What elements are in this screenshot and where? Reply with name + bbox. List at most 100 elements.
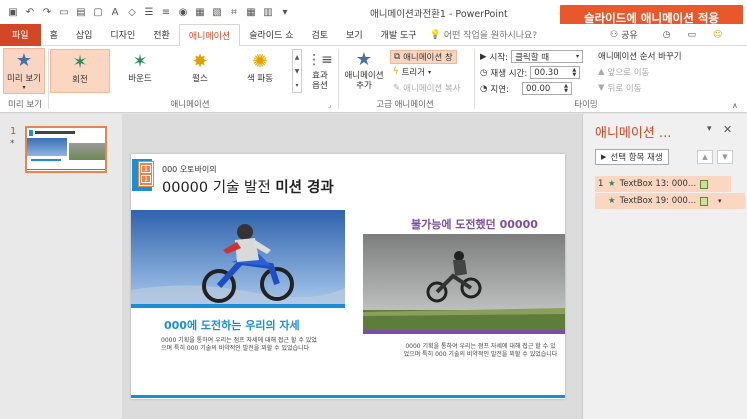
font-icon[interactable]: A xyxy=(109,6,121,18)
chevron-down-icon[interactable]: ▾ xyxy=(718,197,722,205)
body-text-left[interactable]: 0000 기획을 통하여 우리는 점프 자세에 대해 접근 할 수 있었으며 특… xyxy=(161,337,321,353)
down-arrow-icon: ▼ xyxy=(722,153,728,161)
animation-order-number: 1 xyxy=(141,175,151,183)
tab-home[interactable]: 홈 xyxy=(41,24,67,46)
delay-value: 00.00 xyxy=(525,83,551,94)
spinner-arrows-icon[interactable]: ▲ ▼ xyxy=(564,83,568,94)
new-icon[interactable]: ▤ xyxy=(75,6,87,18)
trigger-button[interactable]: ϟ 트리거 ▾ xyxy=(393,66,431,78)
motocross-photo-right[interactable] xyxy=(363,234,565,331)
qat-dropdown-icon[interactable]: ▾ xyxy=(279,6,291,18)
animation-list-item[interactable]: 1 ★ TextBox 13: 000... xyxy=(595,176,731,192)
animation-pulse[interactable]: ✸ 펄스 xyxy=(170,49,230,93)
animation-spin[interactable]: ✶ 회전 xyxy=(50,49,110,93)
divider xyxy=(338,49,339,109)
list-icon[interactable]: ☰ xyxy=(143,6,155,18)
align-icon[interactable]: ≡ xyxy=(160,6,172,18)
move-down-button[interactable]: ▼ xyxy=(717,150,733,164)
preview-group-label: 미리 보기 xyxy=(8,100,42,110)
animation-pane-button[interactable]: ⧉ 애니메이션 창 xyxy=(390,50,457,64)
tell-me-box[interactable]: 💡 어떤 작업을 원하시나요? xyxy=(429,28,538,42)
heading-left[interactable]: 000에 도전하는 우리의 자세 xyxy=(164,317,300,333)
effect-options-button[interactable]: ⋮≡ 효과 옵션 xyxy=(306,49,334,91)
slideshow-icon[interactable]: ▭ xyxy=(58,6,70,18)
animation-list-item[interactable]: ★ TextBox 19: 000... ▾ xyxy=(595,193,745,209)
tab-file[interactable]: 파일 xyxy=(0,23,41,46)
heading-right[interactable]: 불가능에 도전했던 00000 xyxy=(411,216,538,232)
timeline-bar-icon xyxy=(700,179,709,189)
open-icon[interactable]: ▢ xyxy=(92,6,104,18)
preview-label: 미리 보기 xyxy=(7,74,41,84)
move-earlier-button[interactable]: ▲ 앞으로 이동 xyxy=(598,66,649,78)
color-icon[interactable]: ◉ xyxy=(177,6,189,18)
undo-icon[interactable]: ↶ xyxy=(24,6,36,18)
duration-spinner[interactable]: 00.30 ▲ ▼ xyxy=(530,66,581,79)
scroll-up-icon[interactable]: ▲ xyxy=(295,54,300,61)
pulse-star-icon: ✸ xyxy=(192,51,208,72)
share-button[interactable]: ⚇ 공유 ◷ ▭ ☺ xyxy=(610,28,722,42)
tab-insert[interactable]: 삽입 xyxy=(67,24,102,46)
play-selected-label: 선택 항목 재생 xyxy=(610,153,663,163)
pane-options-icon[interactable]: ▾ xyxy=(707,124,712,134)
start-dropdown[interactable]: 클릭할 때 ▾ xyxy=(511,50,584,63)
table-icon[interactable]: ▦ xyxy=(245,6,257,18)
play-selected-button[interactable]: ▶ 선택 항목 재생 xyxy=(595,149,669,165)
animation-painter-button[interactable]: ✎ 애니메이션 복사 xyxy=(393,82,461,94)
delay-clock-icon: ◔ xyxy=(480,83,488,94)
tab-view[interactable]: 보기 xyxy=(337,24,372,46)
comment-icon[interactable]: ▭ xyxy=(688,30,697,40)
dialog-launcher-icon[interactable]: ⌟ xyxy=(328,101,331,109)
more-icon[interactable]: ▾ xyxy=(295,82,298,89)
tab-animations[interactable]: 애니메이션 xyxy=(178,23,241,47)
motocross-image-left xyxy=(131,210,345,306)
animation-pane-label: 애니메이션 창 xyxy=(403,53,453,63)
collapse-ribbon-icon[interactable]: ∧ xyxy=(732,101,738,110)
chart-icon[interactable]: ▥ xyxy=(262,6,274,18)
delay-row: ◔ 지연: 00.00 ▲ ▼ xyxy=(480,82,572,95)
tab-review[interactable]: 검토 xyxy=(302,24,337,46)
motocross-image-right xyxy=(363,234,565,331)
tab-developer[interactable]: 개발 도구 xyxy=(372,24,426,46)
slide-thumbnail-pane: 1 * xyxy=(0,114,122,419)
slide-title[interactable]: 00000 기술 발전 미션 경과 xyxy=(162,176,334,197)
spinner-arrows-icon[interactable]: ▲ ▼ xyxy=(572,67,576,78)
animation-pane-title: 애니메이션 ... xyxy=(595,126,672,141)
animation-gallery: ✶ 회전 ✶ 바운드 ✸ 펄스 ✺ 색 파동 xyxy=(50,49,290,93)
close-icon[interactable]: ✕ xyxy=(723,123,732,136)
crop-icon[interactable]: ⌗ xyxy=(228,6,240,18)
tab-slideshow[interactable]: 슬라이드 쇼 xyxy=(240,24,302,46)
animation-bounce[interactable]: ✶ 바운드 xyxy=(110,49,170,93)
delay-spinner[interactable]: 00.00 ▲ ▼ xyxy=(521,82,572,95)
picture-icon[interactable]: ▦ xyxy=(194,6,206,18)
save-icon[interactable]: ▣ xyxy=(7,6,19,18)
preview-button[interactable]: ★ 미리 보기 ▾ xyxy=(3,48,45,94)
document-title: 애니메이션과전환1 - PowerPoint xyxy=(370,9,508,20)
lightbulb-icon: 💡 xyxy=(429,29,441,40)
scroll-down-icon[interactable]: ▼ xyxy=(295,68,300,75)
slide-canvas[interactable]: 1 1 000 오토바이의 00000 기술 발전 미션 경과 불가능에 도전했… xyxy=(131,154,565,399)
animation-order-badge[interactable]: 1 1 xyxy=(138,161,154,187)
tab-transitions[interactable]: 전환 xyxy=(144,24,179,46)
slide-subtitle[interactable]: 000 오토바이의 xyxy=(162,164,217,175)
format-icon[interactable]: ▧ xyxy=(211,6,223,18)
play-icon: ▶ xyxy=(480,51,487,62)
advanced-group-label: 고급 애니메이션 xyxy=(376,100,434,110)
history-icon[interactable]: ◷ xyxy=(663,30,671,40)
smiley-icon[interactable]: ☺ xyxy=(713,30,722,40)
gallery-scroll[interactable]: ▲ ▼ ▾ xyxy=(292,49,302,93)
tab-design[interactable]: 디자인 xyxy=(101,24,144,46)
redo-icon[interactable]: ↷ xyxy=(41,6,53,18)
thumb-photo-left xyxy=(27,138,67,156)
shapes-icon[interactable]: ◇ xyxy=(126,6,138,18)
body-text-right[interactable]: 0000 기획을 통하여 우리는 점프 자세에 대해 접근 할 수 있었으며 특… xyxy=(403,343,558,359)
move-later-button[interactable]: ▼ 뒤로 이동 xyxy=(598,82,642,94)
start-label: 시작: xyxy=(489,52,509,63)
add-animation-button[interactable]: ★ 애니메이션 추가 xyxy=(342,49,386,91)
move-up-button[interactable]: ▲ xyxy=(697,150,713,164)
motocross-photo-left[interactable] xyxy=(131,210,345,306)
slide-thumbnail[interactable] xyxy=(25,126,107,173)
effect-star-icon: ★ xyxy=(608,196,616,206)
timeline-bar-icon xyxy=(700,196,709,206)
add-animation-label: 애니메이션 추가 xyxy=(344,71,384,91)
animation-color-pulse[interactable]: ✺ 색 파동 xyxy=(230,49,290,93)
